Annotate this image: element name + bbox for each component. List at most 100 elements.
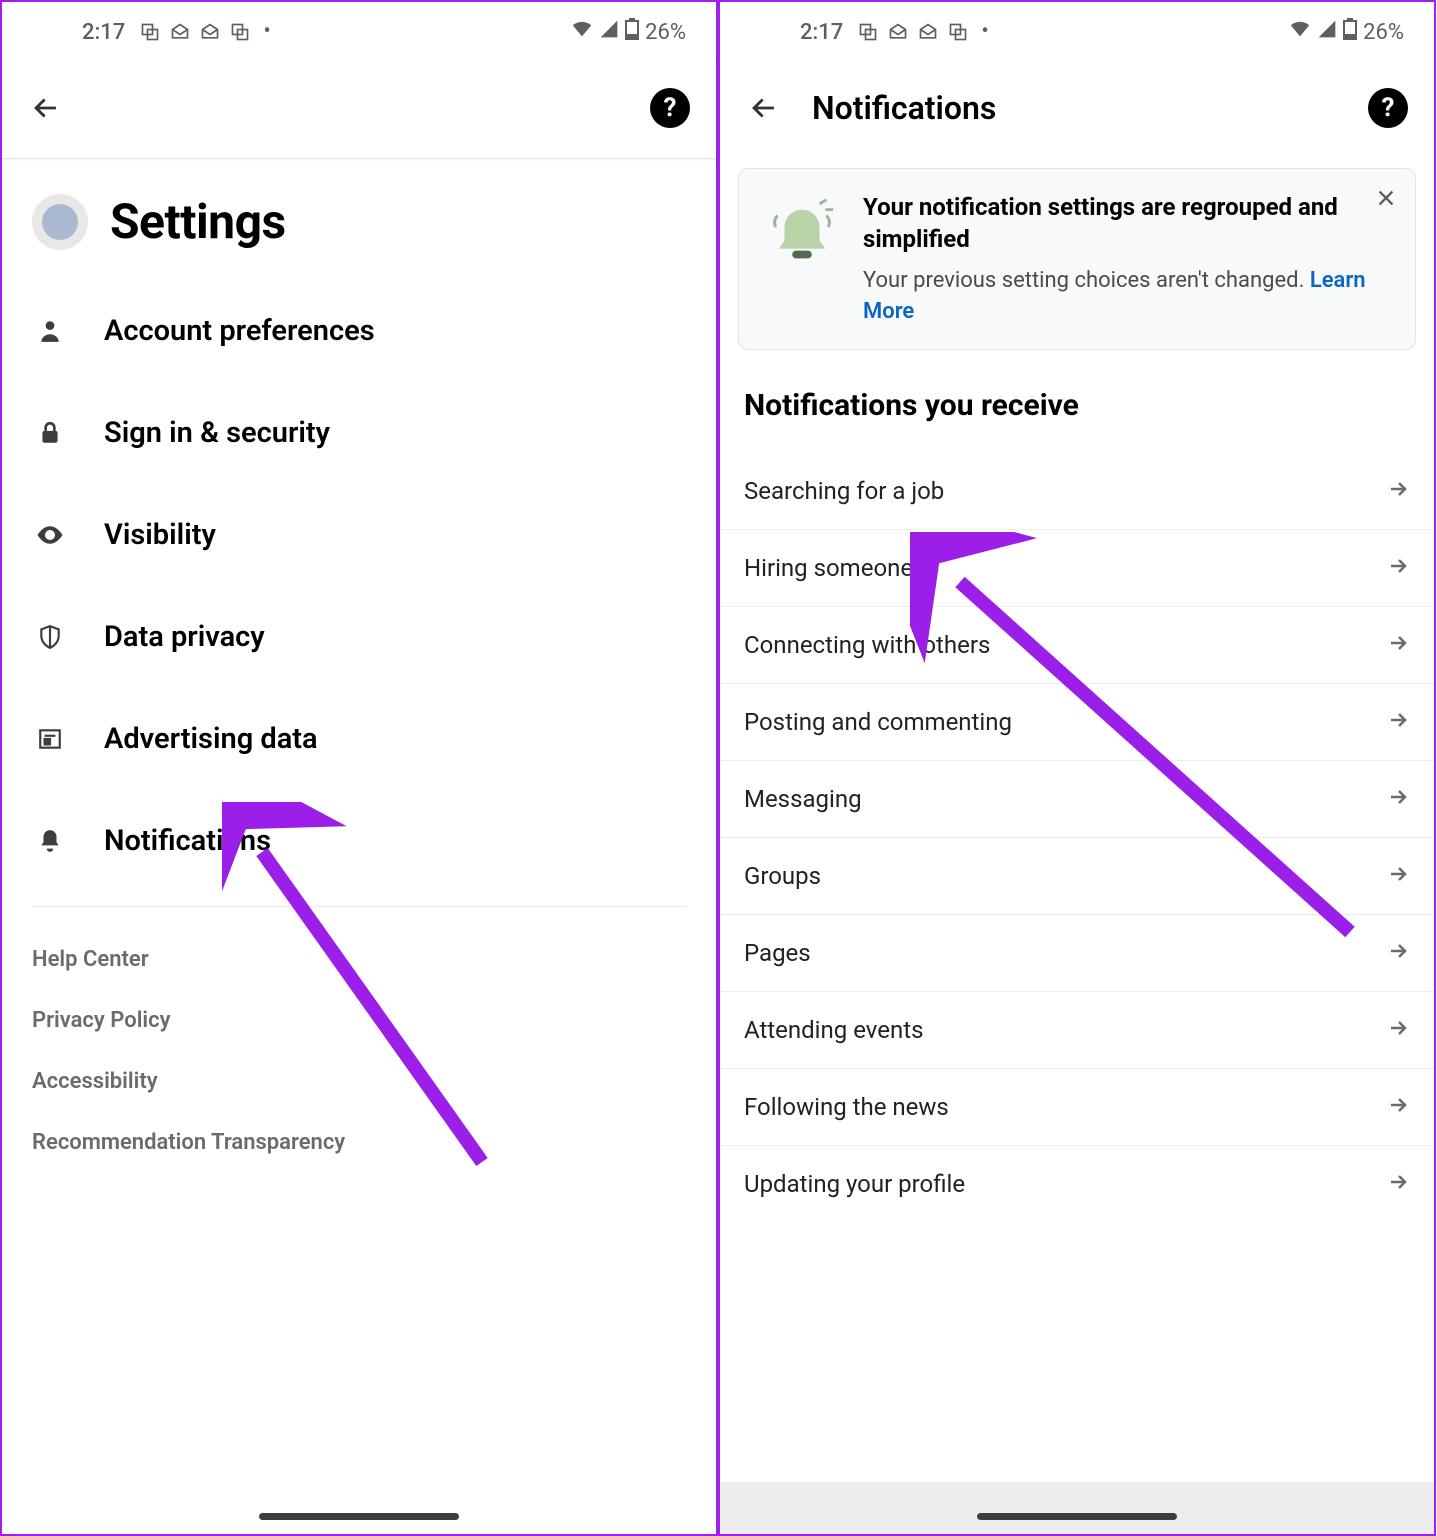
notif-item-updating-your-profile[interactable]: Updating your profile [720,1146,1434,1222]
settings-item-visibility[interactable]: Visibility [32,484,686,586]
notification-list: Searching for a job Hiring someone Conne… [720,453,1434,1222]
status-time: 2:17 [82,20,125,45]
person-icon [32,318,68,344]
notif-item-label: Following the news [744,1093,949,1121]
notif-item-messaging[interactable]: Messaging [720,761,1434,838]
page-title: Notifications [812,89,1368,127]
chevron-right-icon [1386,1016,1410,1044]
settings-list: Account preferences Sign in & security V… [2,280,716,892]
chevron-right-icon [1386,554,1410,582]
footer-link-accessibility[interactable]: Accessibility [32,1051,686,1112]
section-title: Notifications you receive [720,368,1434,453]
settings-item-label: Account preferences [104,314,375,348]
back-button[interactable] [746,90,782,126]
back-button[interactable] [28,90,64,126]
settings-item-label: Sign in & security [104,416,330,450]
footer-link-privacy-policy[interactable]: Privacy Policy [32,990,686,1051]
footer-link-help-center[interactable]: Help Center [32,929,686,990]
notif-item-groups[interactable]: Groups [720,838,1434,915]
notif-item-posting-and-commenting[interactable]: Posting and commenting [720,684,1434,761]
chevron-right-icon [1386,477,1410,505]
help-button[interactable]: ? [1368,88,1408,128]
notif-item-label: Updating your profile [744,1170,965,1198]
settings-item-label: Advertising data [104,722,318,756]
battery-icon [1343,18,1357,46]
notif-item-label: Hiring someone [744,554,913,582]
info-banner: Your notification settings are regrouped… [738,168,1416,350]
mail-open-icon-2 [917,21,939,43]
bell-icon [32,828,68,854]
cellular-icon [599,19,619,45]
notif-item-label: Groups [744,862,821,890]
notif-item-attending-events[interactable]: Attending events [720,992,1434,1069]
settings-item-sign-in-security[interactable]: Sign in & security [32,382,686,484]
settings-header: Settings [2,159,716,280]
notif-item-searching-for-a-job[interactable]: Searching for a job [720,453,1434,530]
screenshot-icon [139,21,161,43]
chevron-right-icon [1386,1170,1410,1198]
page-title: Settings [110,193,286,250]
mail-open-icon-2 [199,21,221,43]
footer-link-recommendation-transparency[interactable]: Recommendation Transparency [32,1112,686,1173]
chevron-right-icon [1386,862,1410,890]
status-bar: 2:17 • 26% [2,2,716,58]
banner-title: Your notification settings are regrouped… [863,191,1395,256]
settings-item-label: Notifications [104,824,271,858]
notif-item-hiring-someone[interactable]: Hiring someone [720,530,1434,607]
screenshot-icon-2 [947,21,969,43]
chevron-right-icon [1386,708,1410,736]
banner-subtitle-text: Your previous setting choices aren't cha… [863,268,1310,293]
mail-open-icon [887,21,909,43]
status-right: 26% [571,18,686,46]
chevron-right-icon [1386,939,1410,967]
help-button[interactable]: ? [650,88,690,128]
settings-item-notifications[interactable]: Notifications [32,790,686,892]
eye-icon [32,520,68,550]
mail-open-icon [169,21,191,43]
notif-item-label: Searching for a job [744,477,944,505]
status-more-dot: • [981,21,988,43]
newspaper-icon [32,726,68,752]
screenshot-icon [857,21,879,43]
battery-text: 26% [1363,20,1404,45]
close-banner-button[interactable] [1373,185,1399,211]
chevron-right-icon [1386,1093,1410,1121]
banner-text: Your notification settings are regrouped… [863,191,1395,327]
home-indicator[interactable] [259,1513,459,1520]
status-more-dot: • [263,21,270,43]
notif-item-pages[interactable]: Pages [720,915,1434,992]
bell-illustration-icon [757,195,847,275]
status-time: 2:17 [800,20,843,45]
phone-right: 2:17 • 26% Notifications ? [718,0,1436,1536]
notif-item-connecting-with-others[interactable]: Connecting with others [720,607,1434,684]
cellular-icon [1317,19,1337,45]
status-bar: 2:17 • 26% [720,2,1434,58]
battery-text: 26% [645,20,686,45]
phone-left: 2:17 • 26% [0,0,718,1536]
banner-subtitle: Your previous setting choices aren't cha… [863,266,1395,328]
notif-item-label: Attending events [744,1016,923,1044]
notif-item-label: Connecting with others [744,631,990,659]
wifi-icon [1289,18,1311,46]
home-indicator[interactable] [977,1513,1177,1520]
screenshot-icon-2 [229,21,251,43]
settings-item-advertising-data[interactable]: Advertising data [32,688,686,790]
chevron-right-icon [1386,785,1410,813]
settings-item-label: Data privacy [104,620,265,654]
settings-item-account-preferences[interactable]: Account preferences [32,280,686,382]
status-left: 2:17 • [750,20,989,45]
bottom-spacer [720,1482,1434,1534]
notif-item-following-the-news[interactable]: Following the news [720,1069,1434,1146]
wifi-icon [571,18,593,46]
status-left: 2:17 • [32,20,271,45]
notif-item-label: Pages [744,939,811,967]
battery-icon [625,18,639,46]
footer-links: Help Center Privacy Policy Accessibility… [2,907,716,1195]
lock-icon [32,420,68,446]
settings-item-data-privacy[interactable]: Data privacy [32,586,686,688]
avatar[interactable] [32,194,88,250]
settings-item-label: Visibility [104,518,216,552]
shield-icon [32,624,68,650]
notif-item-label: Posting and commenting [744,708,1012,736]
top-bar: ? [2,58,716,159]
